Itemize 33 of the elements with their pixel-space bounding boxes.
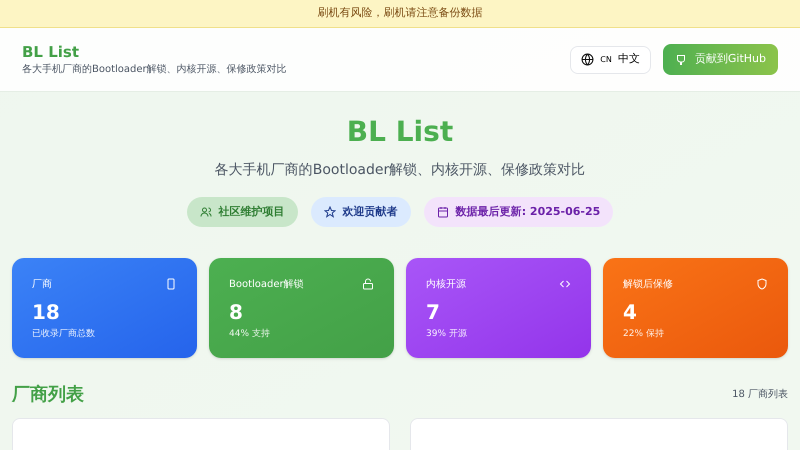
language-button[interactable]: CN 中文	[570, 46, 651, 74]
stat-label: Bootloader解锁	[229, 278, 304, 292]
users-icon	[200, 206, 212, 218]
stat-label: 厂商	[32, 278, 52, 292]
site-title: BL List	[22, 42, 80, 62]
stat-note: 22% 保持	[623, 328, 665, 341]
stat-label: 内核开源	[426, 278, 466, 292]
language-label: 中文	[618, 51, 640, 68]
info-badge: 欢迎贡献者	[310, 197, 411, 227]
stat-note: 44% 支持	[229, 328, 271, 341]
code-icon	[559, 278, 571, 290]
unlocked-padlock-icon	[362, 278, 374, 290]
hero-subtitle: 各大手机厂商的Bootloader解锁、内核开源、保修政策对比	[214, 161, 586, 180]
stat-label: 解锁后保修	[623, 278, 673, 292]
stat-value: 18	[32, 299, 61, 326]
phone-icon	[165, 278, 177, 290]
star-icon	[324, 206, 336, 218]
stat-value: 4	[623, 299, 638, 326]
section-heading: 厂商列表	[12, 383, 84, 407]
info-badge: 数据最后更新: 2025-06-25	[424, 197, 614, 227]
stat-note: 已收录厂商总数	[32, 328, 96, 341]
site-subtitle: 各大手机厂商的Bootloader解锁、内核开源、保修政策对比	[22, 62, 287, 76]
hero-title: BL List	[346, 114, 454, 150]
globe-icon	[581, 53, 594, 66]
stat-value: 7	[426, 299, 441, 326]
vendor-count: 18 厂商列表	[732, 388, 788, 402]
warning-banner-text: 刷机有风险，刷机请注意备份数据	[318, 5, 482, 22]
shield-icon	[756, 278, 768, 290]
language-code: CN	[600, 54, 612, 66]
stat-note: 39% 开源	[426, 328, 468, 341]
stat-value: 8	[229, 299, 244, 326]
info-badge: 社区维护项目	[186, 197, 298, 227]
calendar-icon	[436, 206, 449, 218]
